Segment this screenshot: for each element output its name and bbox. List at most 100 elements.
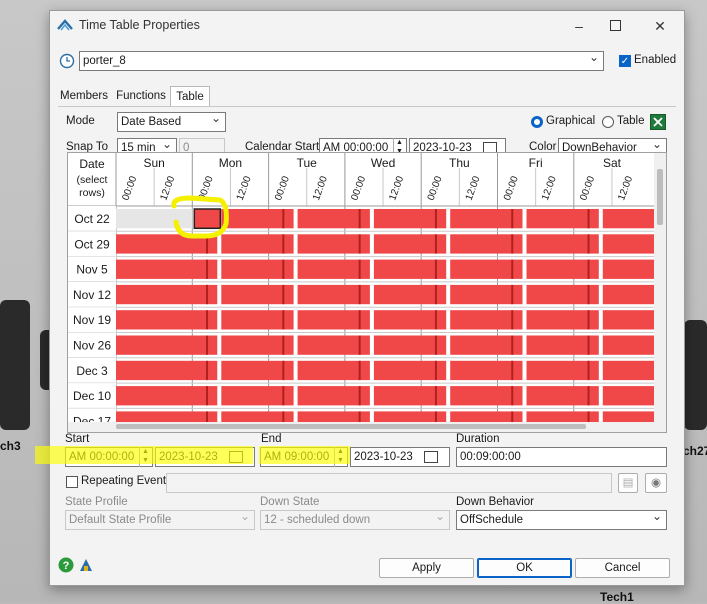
grid-marker <box>358 386 361 406</box>
grid-schedule-block[interactable] <box>116 335 218 355</box>
mode-select[interactable]: Date Based <box>117 112 226 132</box>
grid-marker <box>358 284 361 305</box>
tab-members[interactable]: Members <box>58 86 110 106</box>
grid-marker <box>511 259 514 279</box>
grid-marker <box>511 209 514 229</box>
app-logo-icon <box>57 19 73 31</box>
maximize-icon[interactable] <box>604 15 626 37</box>
grid-marker <box>206 360 209 381</box>
graphical-radio[interactable] <box>531 116 543 128</box>
repeating-event-checkbox[interactable] <box>66 476 78 488</box>
background-label-ch27: ch27 <box>683 444 707 458</box>
person-figure-right <box>684 320 707 430</box>
start-label: Start <box>65 433 90 445</box>
down-behavior-label: Down Behavior <box>456 496 534 508</box>
apply-button[interactable]: Apply <box>379 558 474 578</box>
grid-row-label: Nov 5 <box>76 263 108 277</box>
grid-schedule-block[interactable] <box>602 386 662 406</box>
clock-icon <box>59 53 75 69</box>
grid-marker <box>358 360 361 381</box>
end-date-calendar-icon[interactable] <box>424 451 438 463</box>
grid-schedule-block[interactable] <box>602 209 662 229</box>
grid-schedule-block[interactable] <box>602 259 662 279</box>
grid-marker <box>358 335 361 355</box>
grid-vscroll-thumb[interactable] <box>657 169 663 225</box>
grid-schedule-block[interactable] <box>116 386 218 406</box>
cancel-button[interactable]: Cancel <box>575 558 670 578</box>
grid-schedule-block[interactable] <box>116 310 218 330</box>
state-profile-select[interactable]: Default State Profile <box>65 510 255 530</box>
table-view-label: Table <box>617 115 645 127</box>
grid-corner-sub1: (select <box>77 174 108 186</box>
grid-hscroll-thumb[interactable] <box>116 424 586 429</box>
repeat-settings-button[interactable]: ▤ <box>618 473 638 493</box>
grid-marker <box>434 284 437 305</box>
grid-marker <box>511 386 514 406</box>
state-profile-label: State Profile <box>65 496 128 508</box>
grid-marker <box>282 259 285 279</box>
grid-schedule-block[interactable] <box>602 360 662 381</box>
grid-schedule-block[interactable] <box>602 335 662 355</box>
grid-day-label: Sun <box>143 156 164 170</box>
background-label-ch3: ch3 <box>0 439 21 453</box>
pin-window-icon[interactable] <box>78 557 94 573</box>
grid-row-label: Oct 22 <box>74 212 110 226</box>
grid-marker <box>587 209 590 229</box>
grid-marker <box>282 360 285 381</box>
grid-schedule-block[interactable] <box>116 259 218 279</box>
tab-table[interactable]: Table <box>170 86 210 107</box>
grid-marker <box>206 335 209 355</box>
grid-schedule-block[interactable] <box>602 284 662 305</box>
grid-marker <box>358 209 361 229</box>
close-icon[interactable]: ✕ <box>649 15 671 37</box>
grid-schedule-block[interactable] <box>116 360 218 381</box>
grid-schedule-block[interactable] <box>116 284 218 305</box>
excel-export-icon[interactable] <box>650 114 666 130</box>
grid-day-label: Thu <box>449 156 470 170</box>
enabled-label: Enabled <box>634 54 677 66</box>
grid-marker <box>587 234 590 254</box>
grid-marker <box>282 310 285 330</box>
tab-functions[interactable]: Functions <box>113 86 169 106</box>
grid-marker <box>511 310 514 330</box>
schedule-grid-svg[interactable]: Date(selectrows)Sun00:00 12:00Mon00:00 12:… <box>68 153 666 432</box>
duration-label: Duration <box>456 433 500 445</box>
minimize-icon[interactable]: – <box>568 15 590 37</box>
schedule-grid[interactable]: Date (select rows) Sun 00:00 12:00 Mon 00:00 12:… <box>67 152 667 433</box>
grid-marker <box>434 234 437 254</box>
grid-marker <box>434 386 437 406</box>
duration-field[interactable]: 00:09:00:00 <box>456 447 667 467</box>
grid-schedule-block[interactable] <box>602 234 662 254</box>
down-state-label: Down State <box>260 496 320 508</box>
grid-row-label: Dec 10 <box>73 389 111 403</box>
svg-text:?: ? <box>63 560 70 572</box>
highlight-start-row <box>35 446 253 464</box>
grid-marker <box>434 360 437 381</box>
grid-schedule-block[interactable] <box>602 310 662 330</box>
down-behavior-select[interactable]: OffSchedule <box>456 510 667 530</box>
grid-day-label: Sat <box>603 156 622 170</box>
grid-marker <box>434 209 437 229</box>
grid-day-label: Mon <box>219 156 242 170</box>
table-radio[interactable] <box>602 116 614 128</box>
grid-marker <box>587 284 590 305</box>
grid-marker <box>358 259 361 279</box>
help-icon[interactable]: ? <box>58 557 74 573</box>
grid-marker <box>511 284 514 305</box>
grid-marker <box>511 335 514 355</box>
grid-row-label: Nov 19 <box>73 313 111 327</box>
binoculars-button[interactable]: ◉ <box>645 473 667 493</box>
grid-row-label: Nov 26 <box>73 339 111 353</box>
grid-day-label: Fri <box>529 156 543 170</box>
grid-corner-label: Date <box>79 157 105 171</box>
grid-marker <box>587 360 590 381</box>
grid-marker <box>282 209 285 229</box>
object-select[interactable]: porter_8 <box>79 51 604 71</box>
title-bar[interactable]: Time Table Properties – ✕ <box>50 11 684 41</box>
ok-button[interactable]: OK <box>477 558 572 578</box>
enabled-checkbox[interactable]: ✓ <box>619 55 631 67</box>
down-state-select[interactable]: 12 - scheduled down <box>260 510 450 530</box>
grid-marker <box>282 335 285 355</box>
grid-day-label: Wed <box>371 156 395 170</box>
grid-marker <box>434 259 437 279</box>
